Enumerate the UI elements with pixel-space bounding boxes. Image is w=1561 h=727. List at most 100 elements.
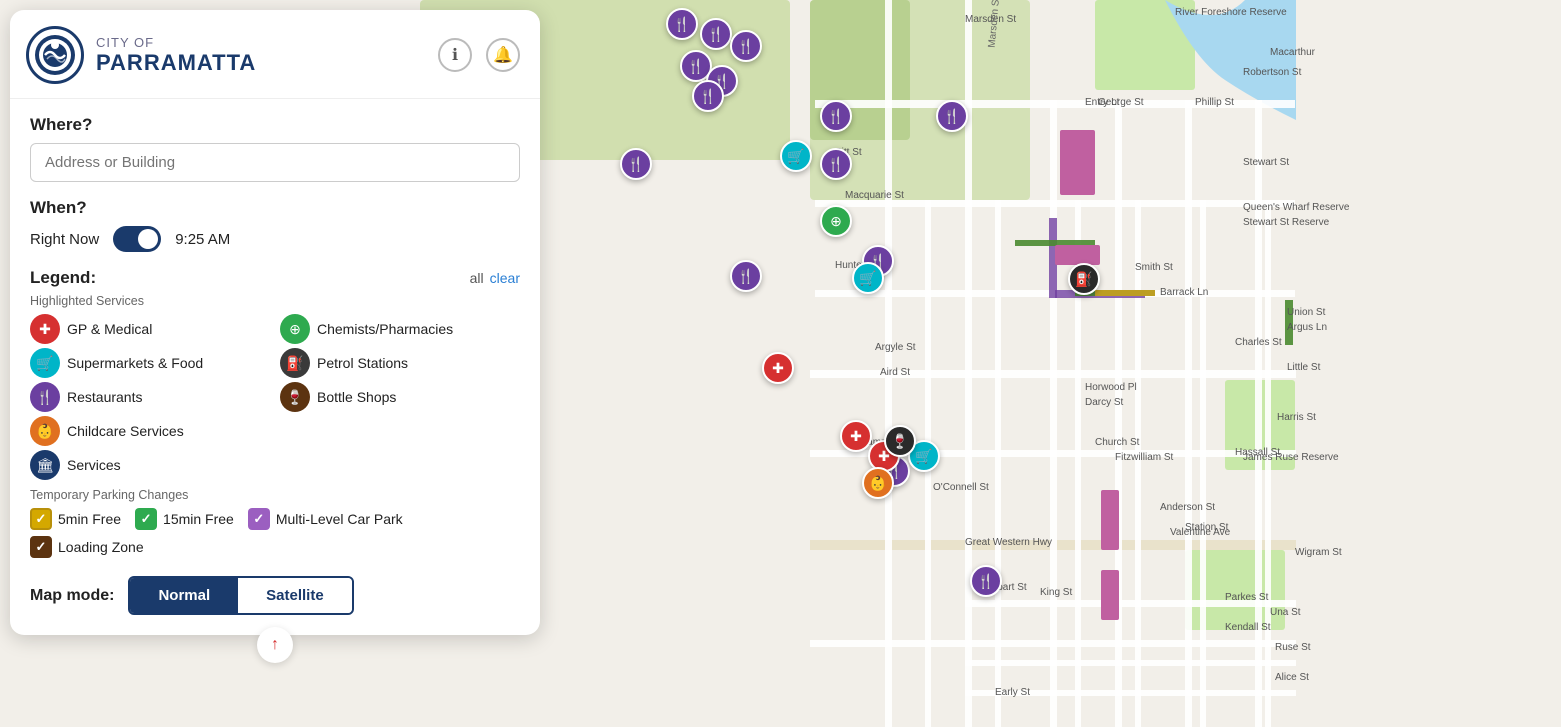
legend-item-super: 🛒 Supermarkets & Food — [30, 348, 270, 378]
address-input[interactable] — [30, 143, 520, 182]
all-link[interactable]: all — [470, 270, 484, 286]
parking-check-loading: ✓ — [30, 536, 52, 558]
marker-super-1[interactable]: 🛒 — [780, 140, 812, 172]
legend-item-bottle: 🍷 Bottle Shops — [280, 382, 520, 412]
parking-15min: ✓ 15min Free — [135, 508, 234, 530]
svg-text:Phillip St: Phillip St — [1195, 97, 1234, 108]
notification-button[interactable]: 🔔 — [486, 38, 520, 72]
legend-section: Legend: all clear Highlighted Services ✚… — [30, 268, 520, 558]
marker-pharma-1[interactable]: ⊕ — [820, 205, 852, 237]
header-icons: ℹ 🔔 — [438, 38, 520, 72]
svg-text:Ruse St: Ruse St — [1275, 642, 1311, 653]
marker-restaurant-9[interactable]: 🍴 — [730, 260, 762, 292]
sidebar-body: Where? When? Right Now 9:25 AM Legend: a… — [10, 99, 540, 558]
marker-restaurant-1[interactable]: 🍴 — [666, 8, 698, 40]
svg-text:Alice St: Alice St — [1275, 672, 1309, 683]
marker-restaurant-12[interactable]: 🍴 — [820, 100, 852, 132]
marker-super-2[interactable]: 🛒 — [852, 262, 884, 294]
legend-title: Legend: — [30, 268, 96, 288]
map-mode-satellite-button[interactable]: Satellite — [238, 578, 352, 613]
parramatta-label: PARRAMATTA — [96, 50, 438, 76]
legend-icon-bottle: 🍷 — [280, 382, 310, 412]
info-icon: ℹ — [452, 45, 458, 65]
legend-links: all clear — [470, 270, 520, 286]
svg-text:Harris St: Harris St — [1277, 412, 1316, 423]
parking-label-loading: Loading Zone — [58, 539, 144, 555]
legend-item-restaurant: 🍴 Restaurants — [30, 382, 270, 412]
logo-svg — [33, 33, 77, 77]
map-mode-buttons: Normal Satellite — [128, 576, 353, 615]
legend-icon-super: 🛒 — [30, 348, 60, 378]
svg-text:Stewart St: Stewart St — [1243, 157, 1289, 168]
marker-restaurant-13[interactable]: 🍴 — [936, 100, 968, 132]
parking-5min: ✓ 5min Free — [30, 508, 121, 530]
legend-grid: ✚ GP & Medical ⊕ Chemists/Pharmacies 🛒 S… — [30, 314, 520, 446]
legend-label-chemist: Chemists/Pharmacies — [317, 321, 453, 337]
sidebar-panel: CITY OF PARRAMATTA ℹ 🔔 Where? When? Righ… — [10, 10, 540, 635]
svg-text:Queen's Wharf Reserve: Queen's Wharf Reserve — [1243, 202, 1350, 213]
legend-icon-chemist: ⊕ — [280, 314, 310, 344]
marker-restaurant-6[interactable]: 🍴 — [692, 80, 724, 112]
svg-text:Argus Ln: Argus Ln — [1287, 322, 1327, 333]
parking-check-5min: ✓ — [30, 508, 52, 530]
parking-label-multilevel: Multi-Level Car Park — [276, 511, 403, 527]
legend-item-services: 🏛 Services — [30, 450, 520, 480]
svg-text:Early St: Early St — [995, 687, 1030, 698]
marker-restaurant-2[interactable]: 🍴 — [700, 18, 732, 50]
map-mode-label: Map mode: — [30, 587, 114, 605]
legend-item-petrol: ⛽ Petrol Stations — [280, 348, 520, 378]
parking-check-multilevel: ✓ — [248, 508, 270, 530]
parking-multilevel: ✓ Multi-Level Car Park — [248, 508, 403, 530]
parking-label-15min: 15min Free — [163, 511, 234, 527]
svg-text:Macarthur: Macarthur — [1270, 47, 1316, 58]
svg-text:Smith St: Smith St — [1135, 262, 1173, 273]
svg-text:Barrack Ln: Barrack Ln — [1160, 287, 1208, 298]
marker-childcare-1[interactable]: 👶 — [862, 467, 894, 499]
sidebar-header: CITY OF PARRAMATTA ℹ 🔔 — [10, 10, 540, 99]
marker-restaurant-14[interactable]: 🍴 — [970, 565, 1002, 597]
map-mode-normal-button[interactable]: Normal — [130, 578, 238, 613]
parking-grid: ✓ 5min Free ✓ 15min Free ✓ Multi-Level C… — [30, 508, 520, 558]
svg-text:Macquarie St: Macquarie St — [845, 190, 904, 201]
bell-icon: 🔔 — [493, 45, 513, 65]
svg-text:King St: King St — [1040, 587, 1072, 598]
when-row: Right Now 9:25 AM — [30, 226, 520, 252]
svg-text:Valentine Ave: Valentine Ave — [1170, 527, 1231, 538]
marker-restaurant-7[interactable]: 🍴 — [620, 148, 652, 180]
svg-text:Robertson St: Robertson St — [1243, 67, 1302, 78]
marker-dark-2[interactable]: 🍷 — [884, 425, 916, 457]
svg-text:Entry Lt: Entry Lt — [1085, 97, 1120, 108]
parking-label: Temporary Parking Changes — [30, 488, 520, 502]
right-now-toggle[interactable] — [113, 226, 161, 252]
svg-text:Church St: Church St — [1095, 437, 1140, 448]
legend-header: Legend: all clear — [30, 268, 520, 288]
svg-text:Aird St: Aird St — [880, 367, 910, 378]
legend-icon-services: 🏛 — [30, 450, 60, 480]
marker-restaurant-3[interactable]: 🍴 — [730, 30, 762, 62]
legend-label-super: Supermarkets & Food — [67, 355, 203, 371]
info-button[interactable]: ℹ — [438, 38, 472, 72]
when-section: When? Right Now 9:25 AM — [30, 198, 520, 252]
legend-item-childcare: 👶 Childcare Services — [30, 416, 270, 446]
parking-check-15min: ✓ — [135, 508, 157, 530]
collapse-arrow[interactable]: ↑ — [257, 627, 293, 663]
svg-text:James Ruse Reserve: James Ruse Reserve — [1243, 452, 1339, 463]
svg-text:Great Western Hwy: Great Western Hwy — [965, 537, 1052, 548]
marker-dark-1[interactable]: ⛽ — [1068, 263, 1100, 295]
svg-text:Fitzwilliam St: Fitzwilliam St — [1115, 452, 1174, 463]
when-label: When? — [30, 198, 520, 218]
clear-link[interactable]: clear — [490, 270, 520, 286]
legend-label-bottle: Bottle Shops — [317, 389, 396, 405]
parking-label-5min: 5min Free — [58, 511, 121, 527]
marker-gp-1[interactable]: ✚ — [762, 352, 794, 384]
time-label: 9:25 AM — [175, 231, 230, 248]
marker-gp-2[interactable]: ✚ — [840, 420, 872, 452]
marker-restaurant-8[interactable]: 🍴 — [820, 148, 852, 180]
collapse-arrow-icon: ↑ — [271, 636, 279, 654]
logo-circle — [26, 26, 84, 84]
svg-text:Kendall St: Kendall St — [1225, 622, 1271, 633]
svg-text:Horwood Pl: Horwood Pl — [1085, 382, 1137, 393]
legend-label-services: Services — [67, 457, 121, 473]
svg-text:Charles St: Charles St — [1235, 337, 1282, 348]
legend-label-restaurant: Restaurants — [67, 389, 142, 405]
